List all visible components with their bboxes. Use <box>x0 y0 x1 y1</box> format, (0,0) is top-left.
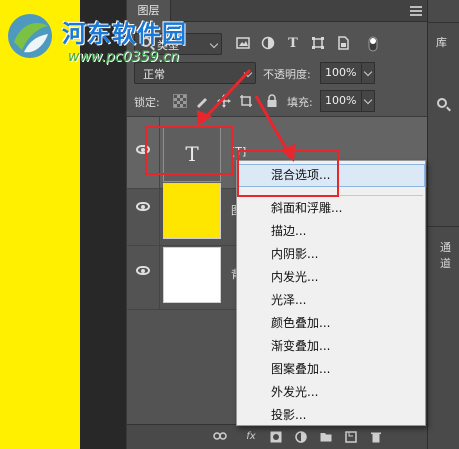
watermark-url: www.pc0359.cn <box>68 49 180 65</box>
watermark-title: 河东软件园 <box>62 20 187 48</box>
arrow-head-menu <box>281 144 295 162</box>
arrow-to-menu <box>254 95 290 153</box>
watermark-logo-icon <box>8 14 52 58</box>
site-watermark: 河东软件园 www.pc0359.cn <box>4 10 214 70</box>
arrow-to-thumbnail <box>203 68 252 120</box>
